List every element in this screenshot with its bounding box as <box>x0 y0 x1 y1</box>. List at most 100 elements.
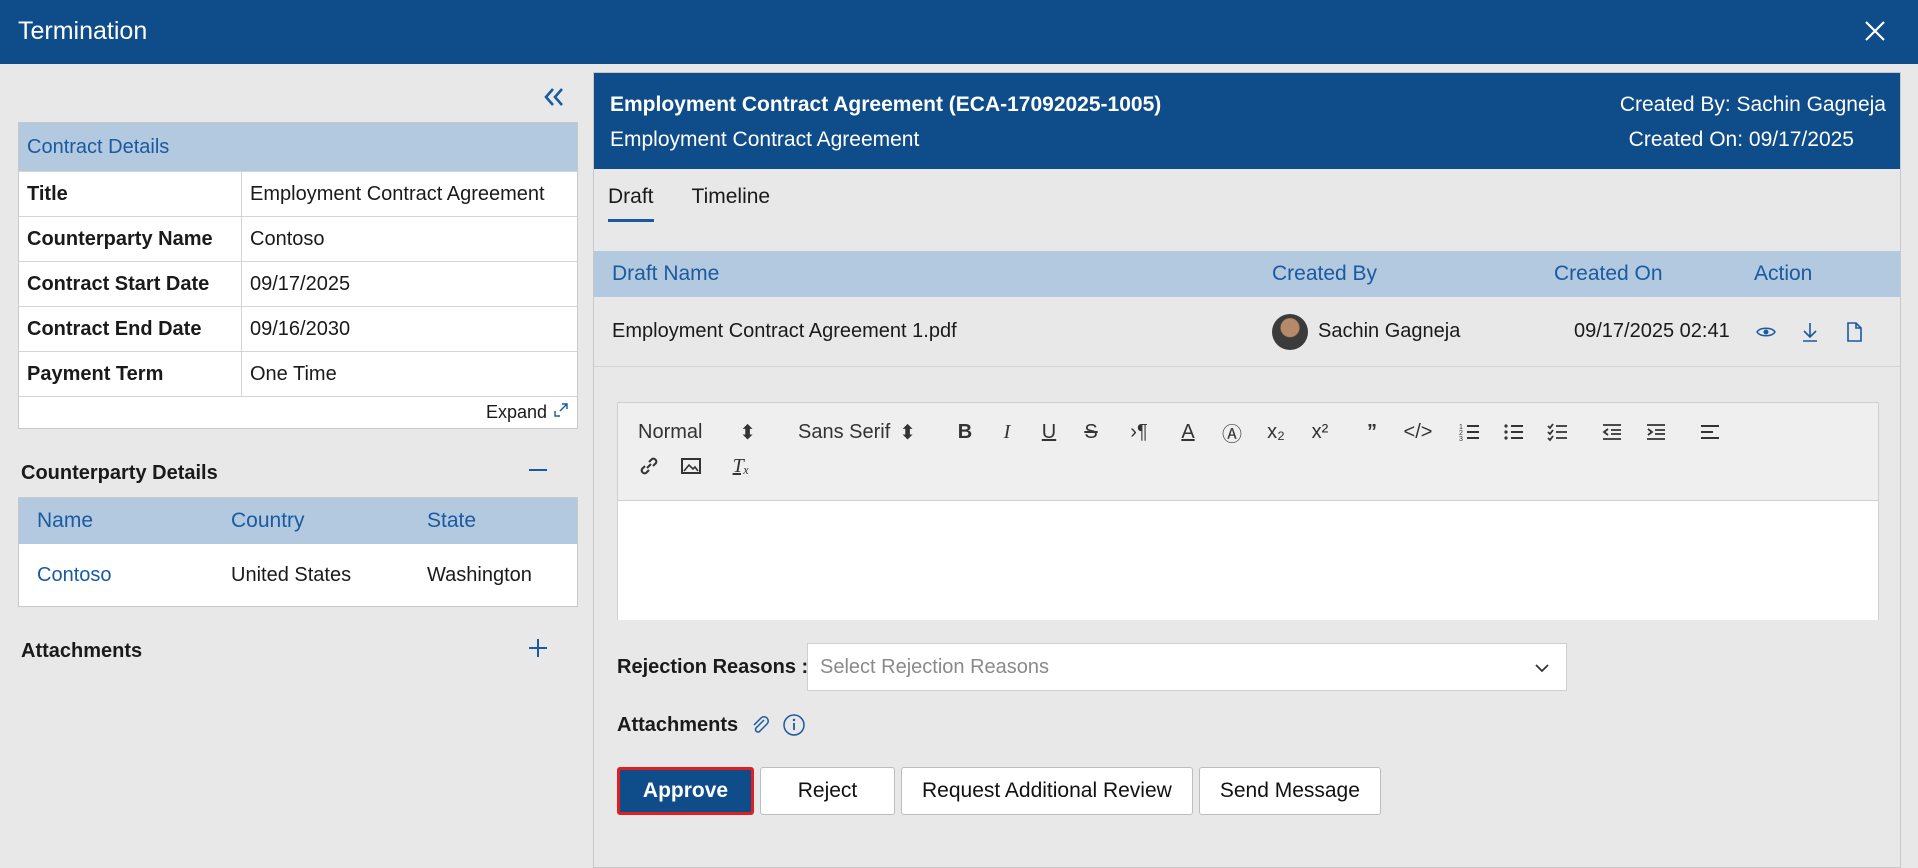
detail-label: Counterparty Name <box>19 217 242 261</box>
draft-actions <box>1754 320 1866 344</box>
rtl-icon[interactable]: ›¶ <box>1112 417 1166 447</box>
send-message-button[interactable]: Send Message <box>1198 767 1381 815</box>
rich-text-editor: Normal ⬍ Sans Serif ⬍ B I U S ›¶ A Ⓐ x₂ x²… <box>617 402 1879 620</box>
quote-icon[interactable]: ” <box>1348 417 1396 447</box>
add-attachment-icon[interactable] <box>524 634 552 662</box>
detail-label: Contract Start Date <box>19 262 242 306</box>
clear-format-icon[interactable]: Tₓ <box>724 451 758 481</box>
draft-name: Employment Contract Agreement 1.pdf <box>612 320 957 342</box>
counterparty-table-header: Name Country State <box>19 498 577 544</box>
column-header-state: State <box>427 509 477 532</box>
strike-icon[interactable]: S <box>1070 417 1112 447</box>
expand-link[interactable]: Expand <box>19 396 577 428</box>
drafts-table: Draft Name Created By Created On Action … <box>594 251 1900 367</box>
font-select-value: Sans Serif <box>798 420 891 443</box>
rejection-reasons-label: Rejection Reasons : <box>617 656 809 678</box>
created-on: Created On: 09/17/2025 <box>1628 128 1854 151</box>
code-icon[interactable]: </> <box>1396 417 1440 447</box>
column-header-draft-name: Draft Name <box>612 262 720 285</box>
underline-icon[interactable]: U <box>1028 417 1070 447</box>
rejection-reasons-select[interactable]: Select Rejection Reasons <box>807 643 1567 691</box>
draft-created-by: Sachin Gagneja <box>1254 313 1544 350</box>
column-header-created-by: Created By <box>1272 262 1378 285</box>
column-header-action: Action <box>1754 262 1813 285</box>
italic-icon[interactable]: I <box>986 417 1028 447</box>
superscript-icon[interactable]: x² <box>1298 417 1342 447</box>
image-icon[interactable] <box>674 451 708 481</box>
detail-value: One Time <box>250 362 337 385</box>
detail-label: Contract End Date <box>19 307 242 351</box>
created-by: Created By: Sachin Gagneja <box>1619 93 1886 116</box>
table-row: Employment Contract Agreement 1.pdf Sach… <box>594 297 1900 367</box>
check-list-icon[interactable] <box>1536 417 1580 447</box>
contract-detail-row: Counterparty Name Contoso <box>19 216 577 261</box>
drafts-table-header: Draft Name Created By Created On Action <box>594 251 1900 297</box>
counterparty-table: Name Country State Contoso United States… <box>18 497 578 607</box>
link-icon[interactable] <box>632 451 666 481</box>
detail-value: Contoso <box>250 227 325 250</box>
select-arrows-icon: ⬍ <box>899 421 916 444</box>
contract-header: Employment Contract Agreement (ECA-17092… <box>594 73 1900 169</box>
download-icon[interactable] <box>1798 320 1822 344</box>
contract-subtitle: Employment Contract Agreement <box>610 128 920 151</box>
tab-draft[interactable]: Draft <box>608 185 654 222</box>
avatar <box>1272 313 1308 350</box>
detail-value: 09/16/2030 <box>250 317 351 340</box>
column-header-name: Name <box>37 509 94 532</box>
column-header-country: Country <box>231 509 305 532</box>
request-review-button[interactable]: Request Additional Review <box>901 767 1193 815</box>
left-panel: Contract Details Title Employment Contrac… <box>0 64 588 868</box>
info-icon[interactable] <box>782 713 806 737</box>
contract-detail-row: Payment Term One Time <box>19 351 577 396</box>
approve-button[interactable]: Approve <box>617 767 754 815</box>
table-row: Contoso United States Washington <box>19 544 577 606</box>
text-color-icon[interactable]: A <box>1166 417 1210 447</box>
font-select[interactable]: Sans Serif ⬍ <box>792 417 922 447</box>
tab-bar: Draft Timeline <box>608 185 770 222</box>
select-arrows-icon: ⬍ <box>739 421 756 444</box>
editor-content-area[interactable] <box>618 500 1878 620</box>
paperclip-icon[interactable] <box>748 713 772 737</box>
highlight-icon[interactable]: Ⓐ <box>1210 417 1254 447</box>
outdent-icon[interactable] <box>1590 417 1634 447</box>
expand-label: Expand <box>485 402 547 422</box>
chevron-down-icon <box>1532 658 1552 678</box>
collapse-section-icon[interactable] <box>524 456 552 484</box>
svg-text:3: 3 <box>1459 436 1463 443</box>
contract-detail-row: Contract Start Date 09/17/2025 <box>19 261 577 306</box>
counterparty-name-link[interactable]: Contoso <box>19 564 231 587</box>
attachments-heading: Attachments <box>21 640 143 662</box>
attachments-row: Attachments <box>617 713 806 737</box>
document-icon[interactable] <box>1842 320 1866 344</box>
bold-icon[interactable]: B <box>944 417 986 447</box>
contract-details-heading: Contract Details <box>19 123 577 171</box>
detail-value: Employment Contract Agreement <box>250 182 545 205</box>
reject-button[interactable]: Reject <box>760 767 895 815</box>
contract-detail-row: Title Employment Contract Agreement <box>19 171 577 216</box>
window-title: Termination <box>18 17 148 45</box>
counterparty-details-heading: Counterparty Details <box>21 462 218 484</box>
draft-author: Sachin Gagneja <box>1318 320 1461 342</box>
view-icon[interactable] <box>1754 320 1778 344</box>
bullet-list-icon[interactable] <box>1492 417 1536 447</box>
window-titlebar: Termination <box>0 0 1918 64</box>
draft-created-on: 09/17/2025 02:41 <box>1574 320 1730 342</box>
contract-details-panel: Contract Details Title Employment Contrac… <box>18 122 578 429</box>
expand-icon <box>553 402 569 423</box>
indent-icon[interactable] <box>1634 417 1678 447</box>
tab-timeline[interactable]: Timeline <box>692 185 771 222</box>
align-icon[interactable] <box>1688 417 1732 447</box>
attachments-label: Attachments <box>617 713 739 736</box>
collapse-panel-icon[interactable] <box>538 82 568 112</box>
detail-value: 09/17/2025 <box>250 272 351 295</box>
ordered-list-icon[interactable]: 123 <box>1448 417 1492 447</box>
counterparty-state: Washington <box>427 563 532 586</box>
action-buttons: Approve Reject Request Additional Review… <box>617 767 1381 815</box>
format-select[interactable]: Normal ⬍ <box>632 417 762 447</box>
rejection-reasons-placeholder: Select Rejection Reasons <box>820 655 1050 678</box>
counterparty-country: United States <box>231 563 352 586</box>
subscript-icon[interactable]: x₂ <box>1254 417 1298 447</box>
detail-label: Title <box>19 172 242 216</box>
contract-detail-row: Contract End Date 09/16/2030 <box>19 306 577 351</box>
close-icon[interactable] <box>1862 18 1888 44</box>
